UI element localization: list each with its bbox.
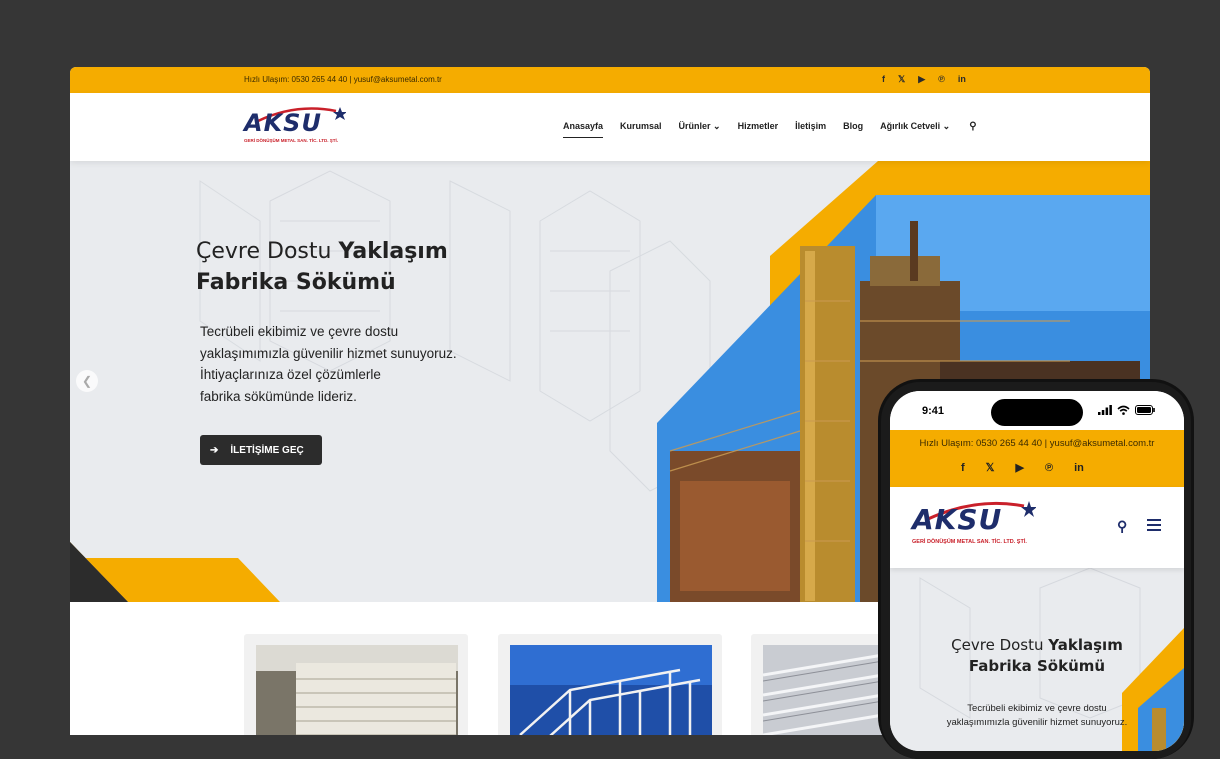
x-icon[interactable]: 𝕏 <box>898 73 905 85</box>
nav-iletisim[interactable]: İletişim <box>795 121 826 132</box>
product-card[interactable] <box>498 634 722 735</box>
wifi-icon <box>1117 405 1130 415</box>
phone-hero-description: Tecrübeli ekibimiz ve çevre dostu yaklaş… <box>946 703 1128 728</box>
phone-mockup: 9:41 Hızlı Ulaşım: 0530 265 44 40 | yusu… <box>878 379 1194 759</box>
phone-status-bar: 9:41 <box>890 391 1184 430</box>
top-contact-bar: Hızlı Ulaşım: 0530 265 44 40 | yusuf@aks… <box>70 67 1150 93</box>
hero-description: Tecrübeli ekibimiz ve çevre dostu yaklaş… <box>200 324 457 404</box>
status-time: 9:41 <box>922 405 945 417</box>
logo-tagline: GERİ DÖNÜŞÜM METAL SAN. TİC. LTD. ŞTİ. <box>912 539 1027 545</box>
linkedin-icon[interactable]: in <box>1074 462 1084 474</box>
product-image <box>510 645 712 735</box>
status-icons <box>1098 405 1155 415</box>
phone-header: AKSU GERİ DÖNÜŞÜM METAL SAN. TİC. LTD. Ş… <box>890 487 1184 568</box>
facebook-icon[interactable]: f <box>961 462 965 474</box>
phone-screen: 9:41 Hızlı Ulaşım: 0530 265 44 40 | yusu… <box>890 391 1184 751</box>
logo-wordmark: AKSU <box>912 503 1003 536</box>
nav-blog[interactable]: Blog <box>843 121 863 132</box>
search-icon[interactable]: ⚲ <box>1117 518 1127 535</box>
slider-prev-button[interactable]: ❮ <box>76 370 98 392</box>
contact-cta-button[interactable]: ➔ İLETİŞİME GEÇ <box>200 435 322 465</box>
logo-tagline: GERİ DÖNÜŞÜM METAL SAN. TİC. LTD. ŞTİ. <box>244 138 338 143</box>
phone-contact-info: Hızlı Ulaşım: 0530 265 44 40 | yusuf@aks… <box>919 438 1155 449</box>
phone-hero: Çevre Dostu Yaklaşım Fabrika Sökümü Tecr… <box>890 568 1184 751</box>
aksu-logo[interactable]: AKSU GERİ DÖNÜŞÜM METAL SAN. TİC. LTD. Ş… <box>912 499 1036 551</box>
linkedin-icon[interactable]: in <box>958 73 966 85</box>
site-header: AKSU GERİ DÖNÜŞÜM METAL SAN. TİC. LTD. Ş… <box>70 93 1150 161</box>
nav-urunler[interactable]: Ürünler ⌄ <box>679 121 721 132</box>
pinterest-icon[interactable]: ℗ <box>1045 462 1053 474</box>
signal-icon <box>1098 405 1112 415</box>
hero-title-line2: Fabrika Sökümü <box>196 270 396 295</box>
product-image <box>256 645 458 735</box>
youtube-icon[interactable]: ▶ <box>1016 462 1024 474</box>
arrow-right-icon: ➔ <box>210 444 219 456</box>
x-icon[interactable]: 𝕏 <box>986 462 995 474</box>
social-links: f 𝕏 ▶ ℗ in <box>882 73 966 85</box>
hero-title: Çevre Dostu Yaklaşım Fabrika Sökümü <box>196 239 448 295</box>
main-navigation: Anasayfa Kurumsal Ürünler ⌄ Hizmetler İl… <box>563 121 977 138</box>
logo-wordmark: AKSU <box>244 109 322 137</box>
hamburger-menu-icon[interactable] <box>1147 516 1161 534</box>
nav-hizmetler[interactable]: Hizmetler <box>738 121 779 132</box>
phone-top-bar: Hızlı Ulaşım: 0530 265 44 40 | yusuf@aks… <box>890 430 1184 487</box>
phone-social-links: f 𝕏 ▶ ℗ in <box>961 462 1084 474</box>
nav-anasayfa[interactable]: Anasayfa <box>563 121 604 138</box>
nav-kurumsal[interactable]: Kurumsal <box>620 121 662 132</box>
nav-agirlik-cetveli[interactable]: Ağırlık Cetveli ⌄ <box>880 121 950 132</box>
battery-icon <box>1135 405 1155 415</box>
aksu-logo[interactable]: AKSU GERİ DÖNÜŞÜM METAL SAN. TİC. LTD. Ş… <box>244 105 346 149</box>
cta-label: İLETİŞİME GEÇ <box>230 444 304 456</box>
youtube-icon[interactable]: ▶ <box>918 73 925 85</box>
contact-info: Hızlı Ulaşım: 0530 265 44 40 | yusuf@aks… <box>244 75 442 84</box>
dynamic-island <box>991 399 1083 426</box>
product-card[interactable] <box>244 634 468 735</box>
facebook-icon[interactable]: f <box>882 73 885 85</box>
pinterest-icon[interactable]: ℗ <box>938 73 945 85</box>
search-icon[interactable]: ⚲ <box>969 121 976 132</box>
phone-hero-title: Çevre Dostu Yaklaşım Fabrika Sökümü <box>951 636 1123 675</box>
